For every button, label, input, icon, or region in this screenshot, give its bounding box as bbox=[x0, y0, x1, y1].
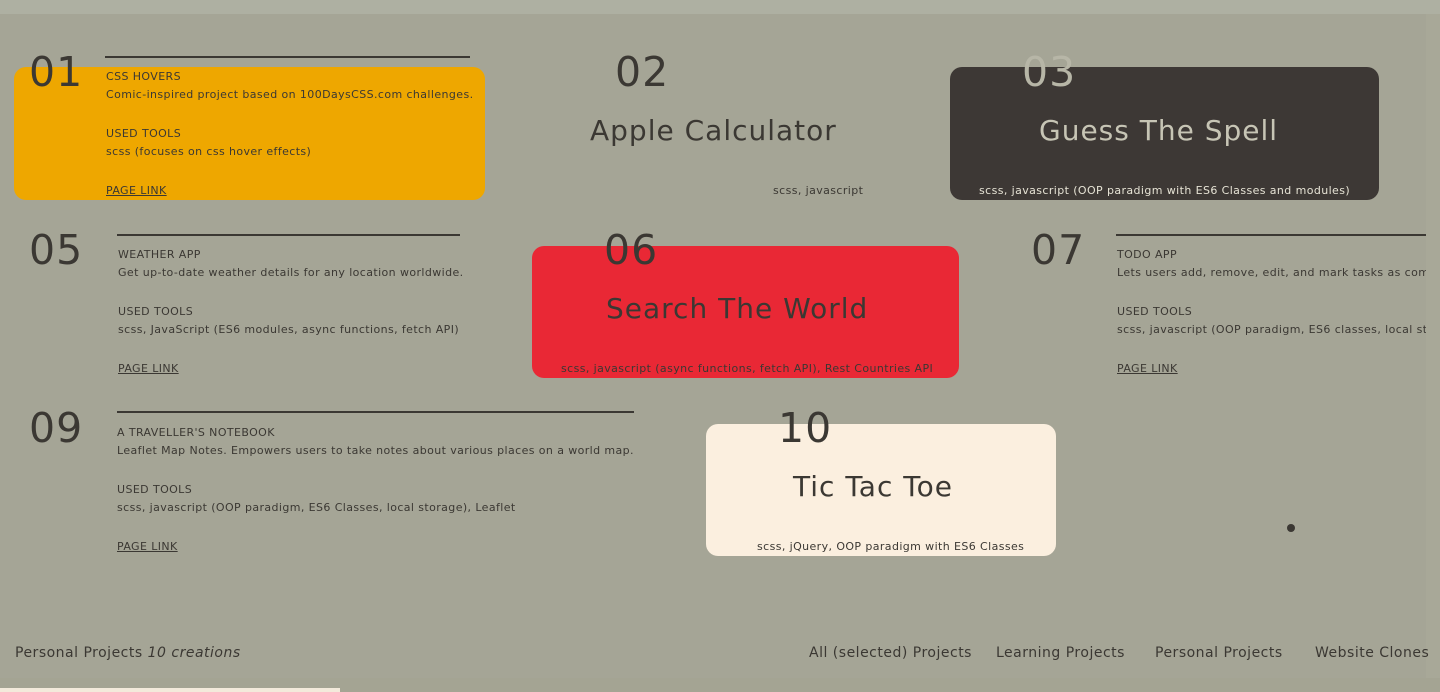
footer-section-label: Personal Projects 10 creations bbox=[15, 645, 241, 661]
page-link[interactable]: PAGE LINK bbox=[1117, 362, 1178, 376]
nav-personal-projects[interactable]: Personal Projects bbox=[1155, 645, 1283, 661]
project-description: Comic-inspired project based on 100DaysC… bbox=[106, 88, 474, 101]
scrollbar-track[interactable] bbox=[1426, 14, 1440, 678]
project-number: 09 bbox=[29, 404, 84, 452]
top-band bbox=[0, 0, 1440, 14]
project-number: 07 bbox=[1031, 226, 1086, 274]
tools-list: scss, javascript (OOP paradigm with ES6 … bbox=[979, 184, 1351, 197]
project-description: Leaflet Map Notes. Empowers users to tak… bbox=[117, 444, 634, 457]
project-number: 06 bbox=[604, 226, 659, 274]
tools-list: scss, JavaScript (ES6 modules, async fun… bbox=[118, 323, 460, 336]
project-description: Get up-to-date weather details for any l… bbox=[118, 266, 464, 279]
divider bbox=[117, 411, 634, 413]
project-title: Apple Calculator bbox=[590, 114, 837, 147]
project-title: Guess The Spell bbox=[1039, 114, 1279, 147]
cursor-dot bbox=[1287, 524, 1295, 532]
divider bbox=[1116, 234, 1426, 236]
tools-list: scss, javascript bbox=[773, 184, 864, 197]
tools-list: scss (focuses on css hover effects) bbox=[106, 145, 312, 158]
project-card-css-hovers[interactable] bbox=[14, 67, 485, 200]
page-link[interactable]: PAGE LINK bbox=[118, 362, 179, 376]
tools-heading: USED TOOLS bbox=[1117, 305, 1193, 318]
project-name: A TRAVELLER'S NOTEBOOK bbox=[117, 426, 275, 439]
divider bbox=[105, 56, 470, 58]
project-description: Lets users add, remove, edit, and mark t… bbox=[1117, 266, 1426, 279]
divider bbox=[117, 234, 460, 236]
creations-count: 10 creations bbox=[147, 645, 241, 661]
project-name: TODO APP bbox=[1117, 248, 1177, 261]
tools-list: scss, javascript (OOP paradigm, ES6 clas… bbox=[1117, 323, 1426, 336]
progress-indicator bbox=[0, 688, 340, 692]
nav-all-projects[interactable]: All (selected) Projects bbox=[809, 645, 972, 661]
project-number: 05 bbox=[29, 226, 84, 274]
tools-heading: USED TOOLS bbox=[106, 127, 182, 140]
tools-heading: USED TOOLS bbox=[118, 305, 194, 318]
project-number: 03 bbox=[1022, 48, 1077, 96]
project-name: WEATHER APP bbox=[118, 248, 201, 261]
project-number: 01 bbox=[29, 48, 84, 96]
page-link[interactable]: PAGE LINK bbox=[106, 184, 167, 198]
page-link[interactable]: PAGE LINK bbox=[117, 540, 178, 554]
nav-learning-projects[interactable]: Learning Projects bbox=[996, 645, 1125, 661]
project-name: CSS HOVERS bbox=[106, 70, 181, 83]
project-number: 10 bbox=[778, 404, 833, 452]
nav-website-clones[interactable]: Website Clones bbox=[1315, 645, 1429, 661]
project-title: Search The World bbox=[606, 292, 869, 325]
project-number: 02 bbox=[615, 48, 670, 96]
tools-list: scss, jQuery, OOP paradigm with ES6 Clas… bbox=[757, 540, 1025, 553]
tools-list: scss, javascript (OOP paradigm, ES6 Clas… bbox=[117, 501, 516, 514]
project-title: Tic Tac Toe bbox=[793, 470, 953, 503]
tools-list: scss, javascript (async functions, fetch… bbox=[561, 362, 934, 375]
tools-heading: USED TOOLS bbox=[117, 483, 193, 496]
section-name: Personal Projects bbox=[15, 645, 143, 661]
